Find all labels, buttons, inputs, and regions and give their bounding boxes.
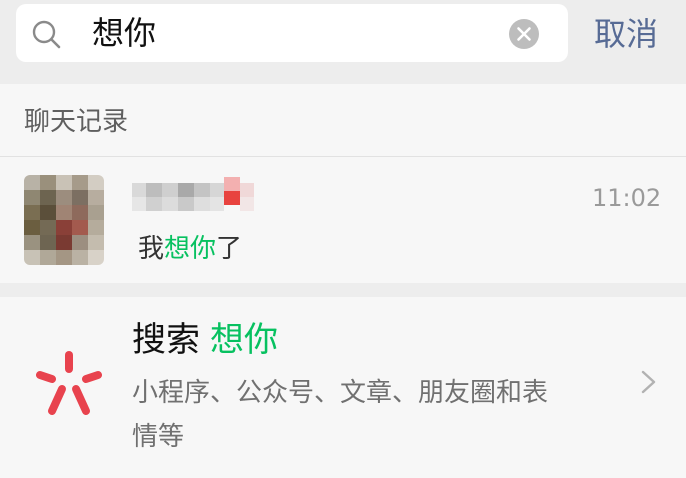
search-bar: 想你 取消 bbox=[0, 0, 686, 78]
clear-icon[interactable] bbox=[508, 18, 540, 50]
search-discover-icon bbox=[36, 351, 102, 415]
chat-record-item[interactable]: 11:02 我想你了 bbox=[0, 156, 686, 283]
snippet-highlight: 想你 bbox=[164, 234, 217, 264]
chevron-right-icon bbox=[641, 370, 656, 394]
search-icon bbox=[32, 20, 61, 49]
message-time: 11:02 bbox=[592, 184, 662, 212]
search-field[interactable]: 想你 bbox=[16, 4, 568, 62]
suggestion-description: 小程序、公众号、文章、朋友圈和表情等 bbox=[132, 378, 549, 452]
snippet-text: 了 bbox=[216, 234, 243, 264]
sender-name-blurred bbox=[132, 177, 256, 217]
section-title: 聊天记录 bbox=[24, 107, 129, 137]
suggestion-keyword: 想你 bbox=[210, 320, 278, 360]
section-divider bbox=[0, 283, 686, 297]
snippet-text: 我 bbox=[138, 234, 165, 264]
chat-records-header: 聊天记录 bbox=[0, 84, 686, 156]
search-input[interactable]: 想你 bbox=[92, 13, 156, 53]
suggestion-prefix: 搜索 bbox=[132, 320, 200, 360]
suggestion-title: 搜索 想你 bbox=[132, 319, 278, 361]
cancel-button[interactable]: 取消 bbox=[594, 14, 658, 54]
message-snippet: 我想你了 bbox=[138, 233, 242, 265]
avatar bbox=[24, 175, 104, 265]
search-suggestion-item[interactable]: 搜索 想你 小程序、公众号、文章、朋友圈和表情等 bbox=[0, 297, 686, 478]
